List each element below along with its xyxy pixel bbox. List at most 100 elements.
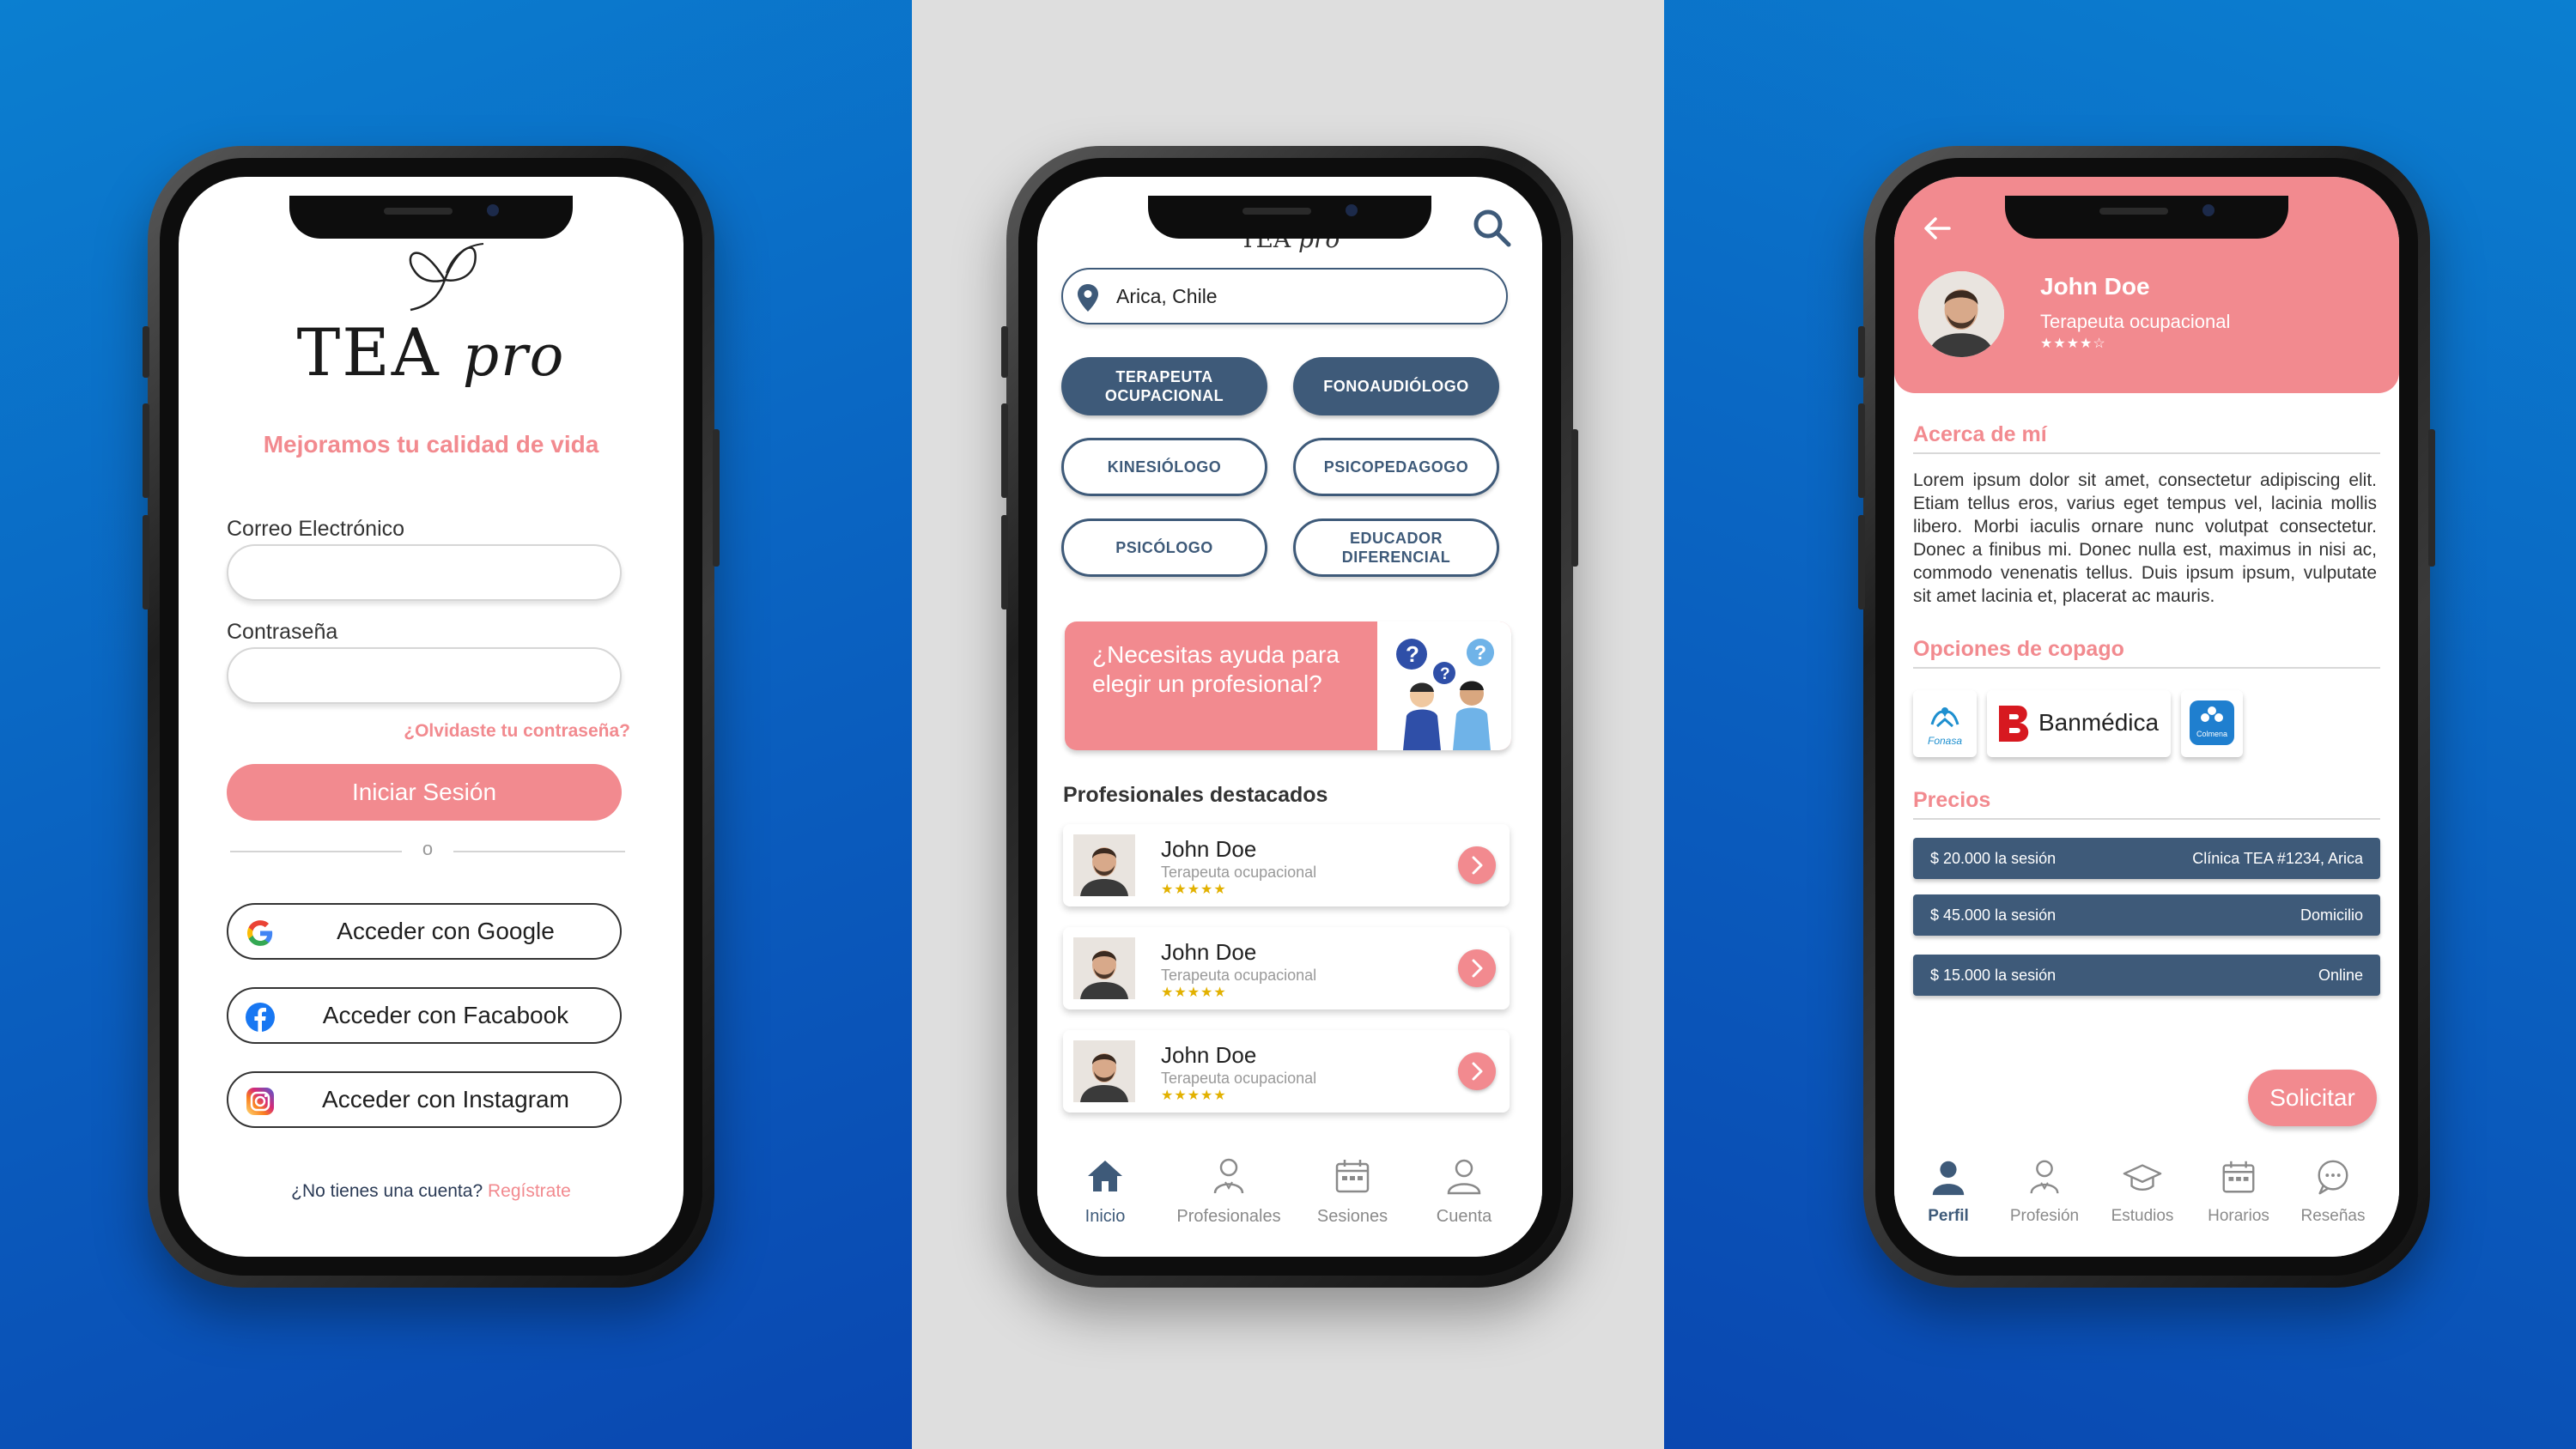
request-button[interactable]: Solicitar <box>2248 1070 2377 1126</box>
signup-prompt: ¿No tienes una cuenta? Regístrate <box>179 1181 683 1202</box>
nav-label: Inicio <box>1084 1207 1126 1226</box>
home-screen: TEA pro Arica, Chile TERAPEUTA OCUPACION… <box>1037 177 1542 1257</box>
google-icon <box>246 920 273 946</box>
forgot-password-link[interactable]: ¿Olvidaste tu contraseña? <box>404 721 630 742</box>
category-chip-fonoaudiologo[interactable]: FONOAUDIÓLOGO <box>1293 357 1499 415</box>
chevron-right-icon[interactable] <box>1458 846 1496 884</box>
svg-text:?: ? <box>1474 641 1486 664</box>
fonasa-logo[interactable]: Fonasa <box>1913 690 1977 757</box>
nav-item-cuenta[interactable]: Cuenta <box>1408 1155 1520 1227</box>
nav-item-perfil[interactable]: Perfil <box>1901 1157 1996 1226</box>
price-amount: $ 45.000 la sesión <box>1930 906 2057 924</box>
prices-title: Precios <box>1913 788 2380 820</box>
fonasa-icon <box>1930 707 1959 728</box>
banmedica-logo[interactable]: Banmédica <box>1987 690 2171 757</box>
professional-role: Terapeuta ocupacional <box>1161 1070 1317 1087</box>
professional-icon <box>2030 1160 2059 1194</box>
email-label: Correo Electrónico <box>227 517 405 541</box>
profile-screen: Perfil de Profesional John Doe Terapeuta… <box>1894 177 2399 1257</box>
nav-item-resenas[interactable]: Reseñas <box>2286 1157 2380 1226</box>
login-button[interactable]: Iniciar Sesión <box>227 764 622 821</box>
password-label: Contraseña <box>227 620 338 644</box>
user-icon <box>1932 1161 1965 1196</box>
about-title: Acerca de mí <box>1913 422 2380 454</box>
phone-home: TEA pro Arica, Chile TERAPEUTA OCUPACION… <box>1001 146 1578 1288</box>
nav-label: Estudios <box>2111 1207 2174 1225</box>
chevron-right-icon[interactable] <box>1458 949 1496 987</box>
phone-side-button <box>1001 403 1008 498</box>
google-login-button[interactable]: Acceder con Google <box>227 903 622 960</box>
location-input[interactable]: Arica, Chile <box>1061 268 1508 324</box>
nav-item-estudios[interactable]: Estudios <box>2095 1157 2190 1226</box>
chat-bubble-icon <box>2318 1160 2348 1195</box>
chevron-right-icon[interactable] <box>1458 1052 1496 1090</box>
avatar <box>1073 937 1135 999</box>
signup-link[interactable]: Regístrate <box>488 1181 571 1201</box>
rating-stars: ★★★★★ <box>1161 882 1227 897</box>
facebook-icon <box>246 1003 275 1032</box>
phone-side-button <box>2428 429 2435 567</box>
price-row[interactable]: $ 45.000 la sesión Domicilio <box>1913 894 2380 936</box>
price-place: Online <box>2318 967 2363 984</box>
avatar <box>1073 1040 1135 1102</box>
category-chip-educador-diferencial[interactable]: EDUCADOR DIFERENCIAL <box>1293 518 1499 577</box>
svg-text:?: ? <box>1440 665 1450 683</box>
login-screen: TEA pro Mejoramos tu calidad de vida Cor… <box>179 177 683 1257</box>
calendar-icon <box>1335 1160 1370 1193</box>
professional-card[interactable]: John Doe Terapeuta ocupacional ★★★★★ <box>1063 824 1510 906</box>
home-icon <box>1088 1161 1122 1191</box>
category-chip-terapeuta-ocupacional[interactable]: TERAPEUTA OCUPACIONAL <box>1061 357 1267 415</box>
facebook-button-label: Acceder con Facabook <box>322 1002 569 1028</box>
phone-side-button <box>1858 326 1865 378</box>
nav-item-horarios[interactable]: Horarios <box>2191 1157 2286 1226</box>
nav-item-profesion[interactable]: Profesión <box>1997 1157 2092 1226</box>
about-text: Lorem ipsum dolor sit amet, consectetur … <box>1913 470 2377 606</box>
phone-notch <box>289 196 573 239</box>
banmedica-icon <box>1999 706 2029 742</box>
category-chip-psicopedagogo[interactable]: PSICOPEDAGOGO <box>1293 438 1499 496</box>
copago-title: Opciones de copago <box>1913 637 2380 669</box>
divider-text: o <box>422 838 434 859</box>
phone-side-button <box>713 429 720 567</box>
google-button-label: Acceder con Google <box>337 918 555 944</box>
app-logo: TEA pro <box>179 220 683 443</box>
price-place: Domicilio <box>2300 906 2363 924</box>
email-field[interactable] <box>227 544 622 601</box>
phone-side-button <box>1001 515 1008 609</box>
nav-label: Cuenta <box>1436 1207 1492 1226</box>
nav-item-profesionales[interactable]: Profesionales <box>1173 1155 1285 1227</box>
bottom-navigation: Inicio Profesionales Sesiones Cuenta <box>1037 1145 1542 1257</box>
nav-item-inicio[interactable]: Inicio <box>1049 1155 1161 1227</box>
price-amount: $ 15.000 la sesión <box>1930 967 2057 984</box>
phone-side-button <box>1858 515 1865 609</box>
phone-notch <box>1148 196 1431 239</box>
category-chip-psicologo[interactable]: PSICÓLOGO <box>1061 518 1267 577</box>
professional-name: John Doe <box>2040 273 2150 300</box>
nav-label: Perfil <box>1928 1207 1969 1225</box>
phone-login: TEA pro Mejoramos tu calidad de vida Cor… <box>143 146 720 1288</box>
help-banner[interactable]: ¿Necesitas ayuda para elegir un profesio… <box>1065 621 1511 750</box>
phone-side-button <box>143 403 149 498</box>
password-field[interactable] <box>227 647 622 704</box>
colmena-logo[interactable]: Colmena <box>2181 690 2243 757</box>
instagram-icon <box>246 1088 274 1115</box>
price-row[interactable]: $ 20.000 la sesión Clínica TEA #1234, Ar… <box>1913 838 2380 879</box>
price-row[interactable]: $ 15.000 la sesión Online <box>1913 955 2380 996</box>
logo-wordmark: TEA pro <box>179 314 683 391</box>
facebook-login-button[interactable]: Acceder con Facabook <box>227 987 622 1044</box>
logo-sub-text: pro <box>462 323 566 389</box>
professional-card[interactable]: John Doe Terapeuta ocupacional ★★★★★ <box>1063 1030 1510 1113</box>
price-place: Clínica TEA #1234, Arica <box>2192 850 2363 867</box>
search-icon[interactable] <box>1470 206 1513 249</box>
professional-card[interactable]: John Doe Terapeuta ocupacional ★★★★★ <box>1063 927 1510 1009</box>
professional-icon <box>1213 1158 1244 1194</box>
nav-item-sesiones[interactable]: Sesiones <box>1297 1155 1408 1227</box>
help-banner-text: ¿Necesitas ayuda para elegir un profesio… <box>1092 641 1340 697</box>
instagram-login-button[interactable]: Acceder con Instagram <box>227 1071 622 1128</box>
signup-prompt-text: ¿No tienes una cuenta? <box>291 1181 483 1201</box>
category-chip-kinesiologo[interactable]: KINESIÓLOGO <box>1061 438 1267 496</box>
phone-side-button <box>143 515 149 609</box>
professional-name: John Doe <box>1161 1042 1257 1068</box>
nav-label: Profesionales <box>1176 1207 1281 1226</box>
rating-stars: ★★★★★ <box>1161 1088 1227 1103</box>
